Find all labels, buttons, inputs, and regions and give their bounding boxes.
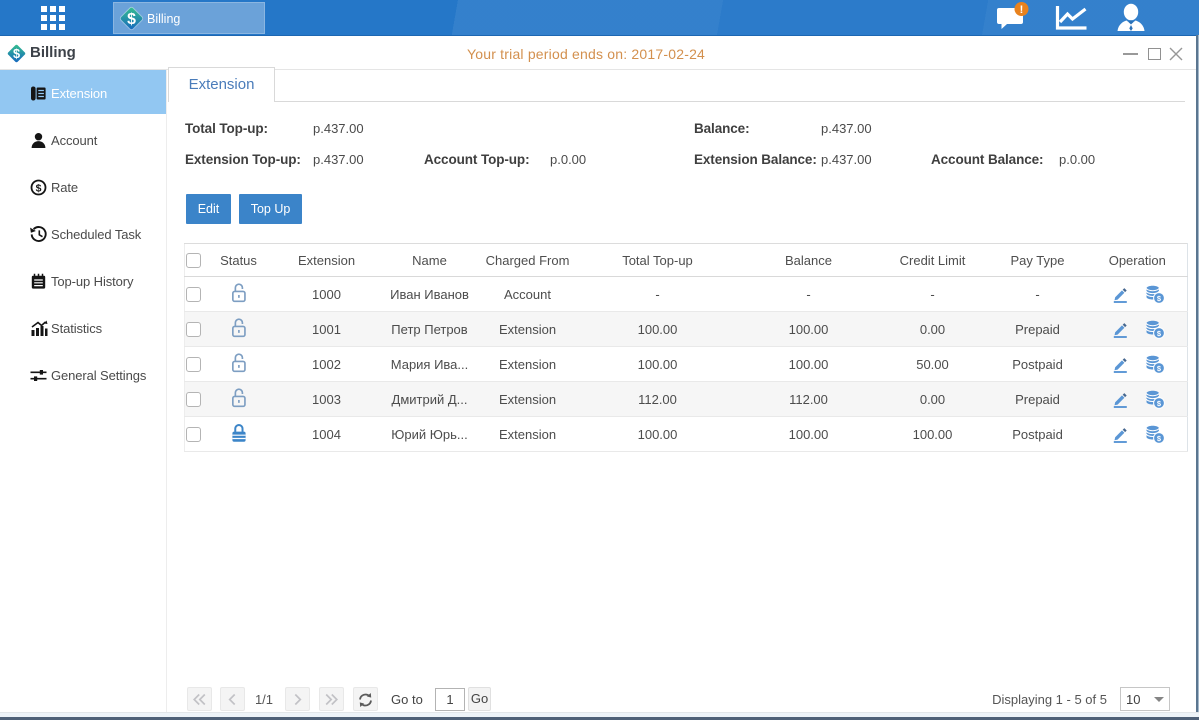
svg-text:$: $: [127, 11, 136, 28]
svg-text:!: !: [1020, 4, 1024, 16]
svg-text:$: $: [36, 182, 42, 194]
svg-text:$: $: [13, 46, 20, 61]
